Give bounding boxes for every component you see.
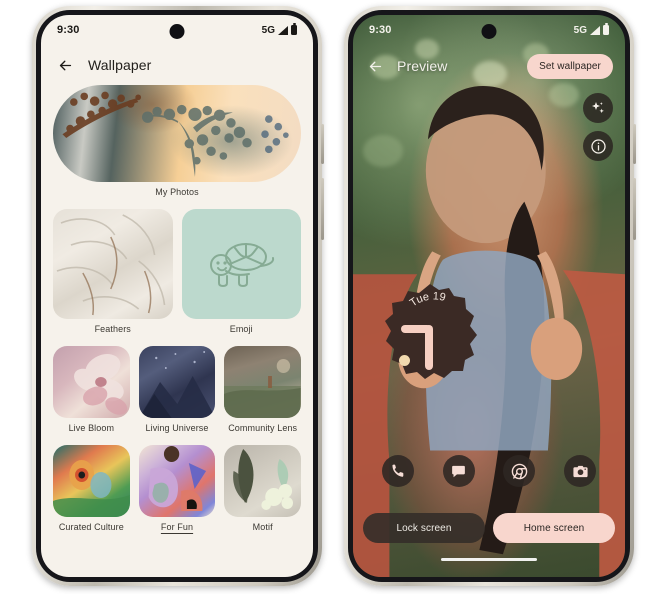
back-arrow-icon[interactable] <box>367 58 384 75</box>
phone-screen-left: 9:30 5G Wallpaper My Photos Feathers Emo… <box>41 15 313 577</box>
clock-widget[interactable]: Tue 19 <box>381 283 479 381</box>
camera-shortcut[interactable] <box>564 455 597 487</box>
status-icons: 5G <box>573 23 609 36</box>
motif-tile[interactable]: Motif <box>224 445 302 532</box>
gesture-nav-bar[interactable] <box>441 558 537 561</box>
feather-strokes-icon <box>56 214 166 316</box>
emoji-label: Emoji <box>229 324 253 334</box>
emoji-tile[interactable]: Emoji <box>181 209 301 334</box>
leaf-motif-icon <box>233 449 294 510</box>
clock-accent-dot <box>399 355 410 366</box>
turtle-icon <box>210 243 275 287</box>
live-bloom-label: Live Bloom <box>68 423 115 433</box>
curated-culture-tile[interactable]: Curated Culture <box>53 445 130 532</box>
status-icons: 5G <box>261 23 297 36</box>
status-time: 9:30 <box>57 24 80 36</box>
ai-effects-button[interactable] <box>583 93 613 123</box>
curated-culture-label: Curated Culture <box>58 522 124 532</box>
battery-full-icon <box>603 23 609 35</box>
category-row-2: Live Bloom Living Universe Community Len… <box>53 346 302 433</box>
tab-home-screen[interactable]: Home screen <box>493 513 615 543</box>
set-wallpaper-button[interactable]: Set wallpaper <box>527 53 613 79</box>
home-screen-shortcuts <box>353 455 625 487</box>
branch-silhouette-icon <box>62 91 289 177</box>
page-title: Preview <box>397 58 448 74</box>
front-camera-punch-hole <box>169 24 185 39</box>
phone-device-wallpaper-picker: 9:30 5G Wallpaper My Photos Feathers Emo… <box>32 6 324 586</box>
tab-lock-screen[interactable]: Lock screen <box>363 513 485 543</box>
living-universe-thumbnail <box>138 346 216 418</box>
phone-shortcut[interactable] <box>381 455 414 487</box>
power-button[interactable] <box>321 124 324 164</box>
power-button[interactable] <box>633 124 636 164</box>
info-icon <box>590 138 606 154</box>
for-fun-thumbnail <box>138 445 216 517</box>
illustration-bee-icon <box>53 460 130 517</box>
wallpaper-preview-screen: 9:30 5G Preview Set wallpaper Tue 19 Loc… <box>353 15 625 577</box>
category-row-1: Feathers Emoji <box>53 209 301 334</box>
page-title: Wallpaper <box>88 57 152 73</box>
volume-button[interactable] <box>321 178 324 240</box>
motif-label: Motif <box>252 522 273 532</box>
community-lens-tile[interactable]: Community Lens <box>224 346 302 433</box>
signal-bars-icon <box>278 25 288 35</box>
my-photos-label: My Photos <box>155 187 199 197</box>
volume-button[interactable] <box>633 178 636 240</box>
my-photos-tile[interactable]: My Photos <box>53 85 301 197</box>
app-bar-preview: Preview Set wallpaper <box>353 49 625 83</box>
camera-icon <box>573 465 588 477</box>
sparkle-icon <box>592 102 604 114</box>
phone-icon <box>392 464 404 477</box>
messages-shortcut[interactable] <box>442 455 475 487</box>
flower-icon <box>74 354 128 415</box>
phone-device-wallpaper-preview: 9:30 5G Preview Set wallpaper Tue 19 Loc… <box>344 6 636 586</box>
motif-thumbnail <box>224 445 302 517</box>
chrome-icon <box>511 463 528 479</box>
abstract-shapes-icon <box>148 446 206 511</box>
wallpaper-categories-list: My Photos Feathers Emoji Live Bloom Livi… <box>53 85 302 573</box>
living-universe-label: Living Universe <box>145 423 209 433</box>
living-universe-tile[interactable]: Living Universe <box>138 346 216 433</box>
info-button[interactable] <box>583 131 613 161</box>
curated-culture-thumbnail <box>53 445 130 517</box>
feathers-tile[interactable]: Feathers <box>53 209 173 334</box>
front-camera-punch-hole <box>481 24 497 39</box>
emoji-thumbnail <box>181 209 301 319</box>
phone-screen-right: 9:30 5G Preview Set wallpaper Tue 19 Loc… <box>353 15 625 577</box>
feathers-label: Feathers <box>94 324 131 334</box>
signal-bars-icon <box>590 25 600 35</box>
status-time: 9:30 <box>369 24 392 36</box>
network-label: 5G <box>261 24 275 36</box>
community-lens-label: Community Lens <box>228 423 298 433</box>
for-fun-tile[interactable]: For Fun <box>138 445 216 532</box>
category-row-3: Curated Culture For Fun Motif <box>53 445 302 532</box>
battery-full-icon <box>291 23 297 35</box>
for-fun-label: For Fun <box>160 522 194 532</box>
community-lens-thumbnail <box>224 346 302 418</box>
clock-minute-hand <box>425 325 433 370</box>
preview-mode-tabs: Lock screen Home screen <box>363 513 615 543</box>
app-bar-wallpaper: Wallpaper <box>41 47 313 83</box>
my-photos-thumbnail <box>53 85 301 182</box>
back-arrow-icon[interactable] <box>57 57 74 74</box>
landscape-icon <box>224 359 302 418</box>
live-bloom-thumbnail <box>53 346 130 418</box>
wallpaper-picker-screen: 9:30 5G Wallpaper My Photos Feathers Emo… <box>41 15 313 577</box>
mountain-night-icon <box>138 351 216 418</box>
chrome-shortcut[interactable] <box>503 455 536 487</box>
network-label: 5G <box>573 24 587 36</box>
screenshot-stage: 9:30 5G Wallpaper My Photos Feathers Emo… <box>0 0 652 594</box>
feathers-thumbnail <box>53 209 173 319</box>
message-bubble-icon <box>452 465 465 477</box>
live-bloom-tile[interactable]: Live Bloom <box>53 346 130 433</box>
